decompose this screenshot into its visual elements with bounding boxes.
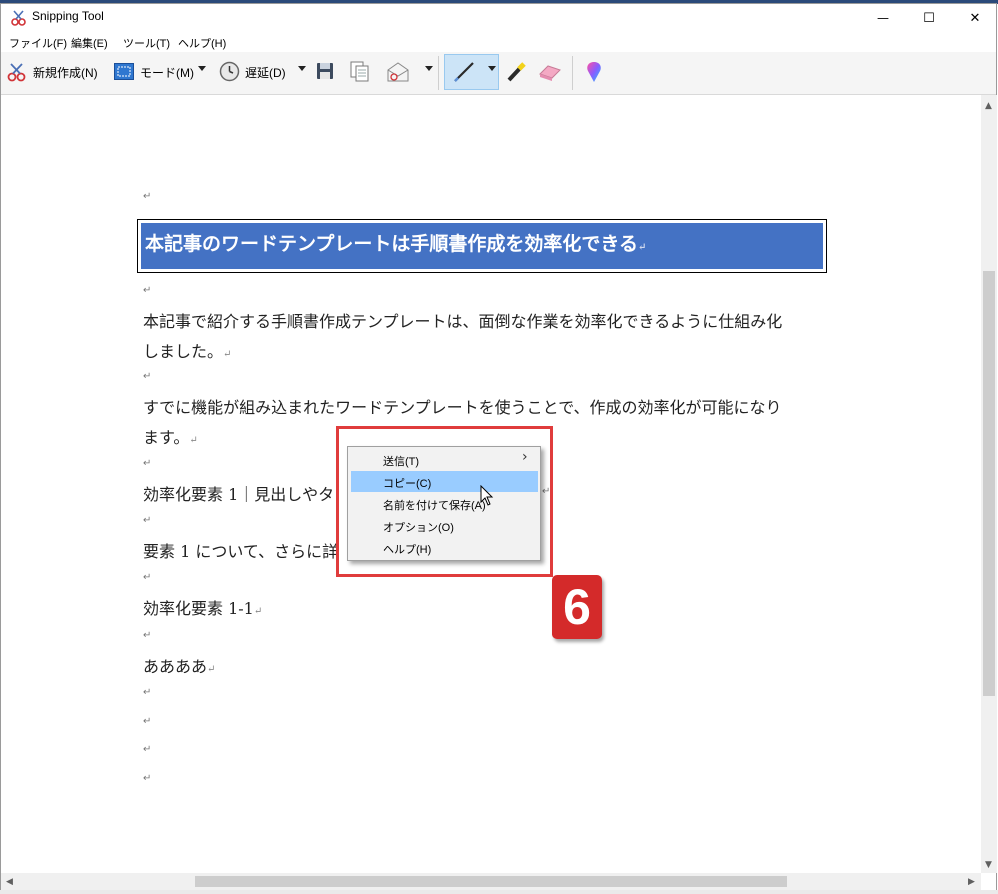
return-mark: ↵ (143, 371, 152, 382)
horizontal-scroll-thumb[interactable] (195, 876, 787, 887)
return-mark: ↵ (143, 191, 152, 202)
close-button[interactable]: ✕ (952, 4, 998, 32)
delay-clock-icon (219, 61, 240, 82)
heading-text: 本記事のワードテンプレートは手順書作成を効率化できる (145, 233, 639, 255)
mode-button[interactable]: モード(M) (140, 64, 194, 81)
paragraph-text: ます。 (143, 428, 190, 447)
return-mark: ↵ (143, 687, 152, 698)
return-mark: ↵ (143, 744, 152, 755)
paragraph-line: すでに機能が組み込まれたワードテンプレートを使うことで、作成の効率化が可能になり (143, 398, 782, 417)
delay-button[interactable]: 遅延(D) (245, 64, 286, 81)
title-bar (1, 4, 996, 32)
return-mark: ↵ (207, 664, 216, 675)
paragraph-line: ます。↵ (143, 424, 198, 448)
return-mark: ↵ (143, 458, 152, 469)
maximize-icon: ☐ (923, 10, 935, 26)
scroll-right-arrow-icon[interactable]: ▶ (968, 877, 975, 887)
new-snip-scissors-icon (7, 63, 26, 82)
scroll-left-arrow-icon[interactable]: ◀ (6, 877, 13, 887)
return-mark: ↵ (143, 572, 152, 583)
mouse-cursor-icon (480, 485, 494, 506)
return-mark: ↵ (143, 716, 152, 727)
background-strip (0, 890, 998, 894)
scroll-up-arrow-icon[interactable]: ▲ (985, 101, 992, 111)
paragraph-line: ああああ↵ (143, 653, 215, 677)
context-menu-save-as[interactable]: 名前を付けて保存(A) (383, 497, 486, 513)
vertical-scroll-thumb[interactable] (983, 271, 995, 696)
maximize-button[interactable]: ☐ (906, 4, 952, 32)
close-icon: ✕ (969, 10, 981, 26)
save-disk-icon[interactable] (316, 62, 334, 80)
return-mark: ↵ (143, 285, 152, 296)
menu-edit[interactable]: 編集(E) (71, 35, 108, 51)
minimize-icon: — (877, 11, 889, 25)
paragraph-line: 要素 1 について、さらに詳 (143, 542, 339, 561)
scroll-down-arrow-icon[interactable]: ▼ (985, 860, 992, 870)
menu-tools[interactable]: ツール(T) (123, 35, 170, 51)
paragraph-text: しました。 (143, 342, 224, 361)
send-email-icon[interactable] (386, 61, 411, 83)
context-menu-help[interactable]: ヘルプ(H) (383, 541, 431, 557)
paragraph-text: 効率化要素 1-1 (143, 599, 254, 618)
step-number-badge: 6 (552, 575, 602, 639)
send-dropdown-caret-icon[interactable] (425, 66, 433, 71)
paragraph-line: しました。↵ (143, 338, 231, 362)
eraser-icon[interactable] (538, 62, 562, 82)
return-mark: ↵ (253, 606, 263, 617)
submenu-arrow-icon: › (522, 449, 528, 465)
paint-3d-icon[interactable] (584, 61, 604, 83)
mode-rectangle-icon (114, 63, 134, 80)
mode-dropdown-caret-icon[interactable] (198, 66, 206, 71)
context-menu-selection (351, 471, 538, 492)
return-mark: ↵ (189, 435, 198, 446)
new-snip-button[interactable]: 新規作成(N) (33, 64, 98, 81)
copy-icon[interactable] (350, 61, 369, 82)
return-mark: ↵ (638, 242, 647, 253)
highlighter-icon[interactable] (504, 60, 528, 84)
menu-help[interactable]: ヘルプ(H) (178, 35, 226, 51)
minimize-button[interactable]: — (860, 4, 906, 32)
return-mark: ↵ (143, 630, 152, 641)
paragraph-line: 本記事で紹介する手順書作成テンプレートは、面倒な作業を効率化できるように仕組み化 (143, 312, 783, 331)
paragraph-line: 効率化要素 1｜見出しやタ (143, 485, 335, 504)
return-mark: ↵ (143, 515, 152, 526)
window-title: Snipping Tool (32, 9, 104, 23)
scissors-app-icon (11, 10, 26, 26)
context-menu-copy[interactable]: コピー(C) (383, 475, 431, 491)
menu-file[interactable]: ファイル(F) (9, 35, 67, 51)
toolbar-separator (572, 56, 573, 90)
paragraph-text: ああああ (143, 657, 208, 676)
context-menu-send[interactable]: 送信(T) (383, 453, 419, 469)
context-menu-options[interactable]: オプション(O) (383, 519, 454, 535)
document-heading: 本記事のワードテンプレートは手順書作成を効率化できる↵ (140, 222, 824, 270)
return-mark: ↵ (223, 349, 232, 360)
pen-icon (454, 62, 474, 82)
paragraph-line: 効率化要素 1-1↵ (143, 595, 262, 619)
toolbar-separator (438, 56, 439, 90)
return-mark: ↵ (143, 773, 152, 784)
delay-dropdown-caret-icon[interactable] (298, 66, 306, 71)
pen-dropdown-caret-icon[interactable] (488, 66, 496, 71)
